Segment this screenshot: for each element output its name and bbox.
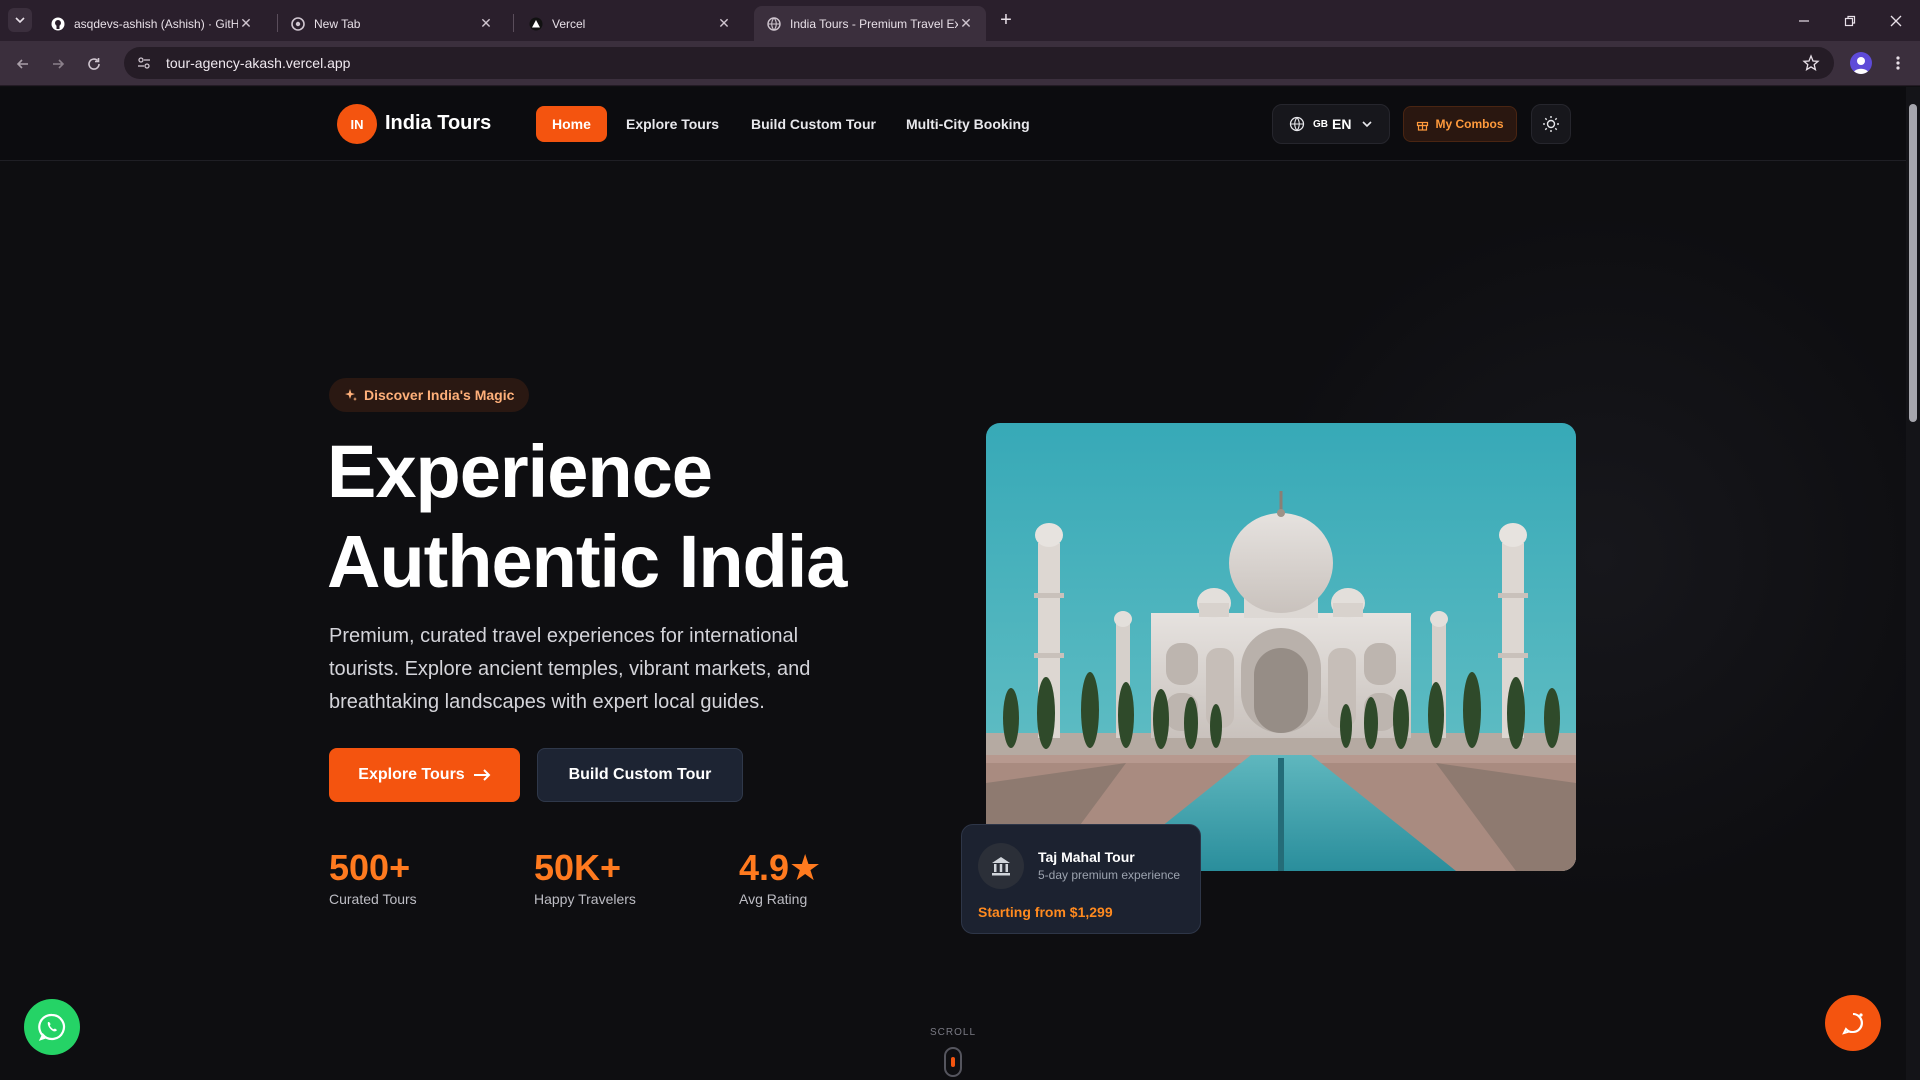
restore-icon[interactable] — [1842, 13, 1858, 29]
tab-search-button[interactable] — [8, 8, 32, 32]
profile-avatar[interactable] — [1850, 52, 1872, 74]
forward-icon[interactable] — [44, 50, 72, 78]
chrome-icon — [290, 16, 306, 32]
arrow-right-icon — [473, 768, 491, 782]
my-combos-label: My Combos — [1435, 117, 1504, 131]
sun-icon — [1543, 116, 1559, 132]
site-header: IN India Tours Home Explore Tours Build … — [0, 87, 1906, 161]
address-bar[interactable]: tour-agency-akash.vercel.app — [124, 47, 1834, 79]
tour-card-subtitle: 5-day premium experience — [1038, 868, 1181, 882]
chevron-down-icon — [1361, 118, 1373, 130]
page-scrollbar-thumb[interactable] — [1909, 104, 1917, 422]
stat-value: 500+ — [329, 847, 411, 888]
scroll-label: SCROLL — [930, 1027, 977, 1038]
tab-title: asqdevs-ashish (Ashish) · GitHub — [74, 16, 238, 31]
site-info-icon[interactable] — [136, 55, 156, 71]
build-custom-tour-button[interactable]: Build Custom Tour — [537, 748, 743, 802]
logo-badge[interactable]: IN — [337, 104, 377, 144]
tour-card-price: Starting from $1,299 — [978, 904, 1113, 920]
back-icon[interactable] — [9, 50, 37, 78]
close-window-icon[interactable] — [1888, 13, 1904, 29]
github-icon — [50, 16, 66, 32]
whatsapp-icon — [38, 1013, 66, 1041]
browser-menu-icon[interactable] — [1890, 53, 1906, 73]
tour-card-title: Taj Mahal Tour — [1038, 849, 1135, 865]
website-viewport: IN India Tours Home Explore Tours Build … — [0, 87, 1906, 1080]
browser-tab-github[interactable]: asqdevs-ashish (Ashish) · GitHub ✕ — [38, 6, 266, 41]
language-flag: GB — [1313, 118, 1328, 130]
my-combos-button[interactable]: My Combos — [1403, 106, 1517, 142]
stat-avg-rating: 4.9★ Avg Rating — [739, 847, 821, 907]
globe-icon — [1289, 116, 1305, 132]
theme-toggle-button[interactable] — [1531, 104, 1571, 144]
hero-title: Experience Authentic India — [327, 427, 847, 607]
nav-explore-tours[interactable]: Explore Tours — [610, 106, 735, 142]
close-icon[interactable]: ✕ — [716, 15, 732, 32]
sparkle-icon — [344, 388, 358, 402]
stat-curated-tours: 500+ Curated Tours — [329, 847, 417, 907]
taj-mahal-image — [986, 423, 1576, 871]
tour-highlight-card[interactable]: Taj Mahal Tour 5-day premium experience … — [961, 824, 1201, 934]
nav-multi-city-booking[interactable]: Multi-City Booking — [890, 106, 1046, 142]
close-icon[interactable]: ✕ — [478, 15, 494, 32]
pill-label: Discover India's Magic — [364, 387, 515, 403]
browser-tab-vercel[interactable]: Vercel ✕ — [516, 6, 744, 41]
globe-icon — [766, 16, 782, 32]
browser-tab-bar: asqdevs-ashish (Ashish) · GitHub ✕ New T… — [0, 0, 1920, 41]
stat-value: 4.9★ — [739, 847, 822, 888]
stat-label: Happy Travelers — [534, 891, 636, 907]
nav-build-custom-tour[interactable]: Build Custom Tour — [735, 106, 892, 142]
hero-title-line-2: Authentic India — [327, 520, 847, 603]
tab-title: Vercel — [552, 16, 586, 31]
close-icon[interactable]: ✕ — [958, 15, 974, 32]
explore-tours-label: Explore Tours — [358, 766, 465, 783]
logo-text[interactable]: India Tours — [385, 112, 491, 135]
browser-tab-new-tab[interactable]: New Tab ✕ — [278, 6, 506, 41]
stat-happy-travelers: 50K+ Happy Travelers — [534, 847, 636, 907]
chevron-down-icon — [15, 17, 25, 24]
whatsapp-button[interactable] — [24, 999, 80, 1055]
chat-support-button[interactable] — [1825, 995, 1881, 1051]
discover-pill: Discover India's Magic — [329, 378, 530, 412]
browser-tab-india-tours[interactable]: India Tours - Premium Travel Experiences… — [754, 6, 986, 41]
reload-icon[interactable] — [80, 50, 108, 78]
chat-bubble-icon — [1842, 1013, 1863, 1035]
tab-title: New Tab — [314, 16, 361, 31]
language-code: EN — [1332, 116, 1352, 132]
nav-home[interactable]: Home — [536, 106, 607, 142]
stat-value: 50K+ — [534, 847, 622, 888]
scroll-indicator-icon — [944, 1047, 962, 1077]
landmark-icon — [978, 843, 1024, 889]
new-tab-button[interactable]: + — [996, 8, 1016, 32]
stat-label: Avg Rating — [739, 891, 808, 907]
explore-tours-button[interactable]: Explore Tours — [329, 748, 520, 802]
url-text: tour-agency-akash.vercel.app — [166, 55, 351, 71]
bookmark-star-icon[interactable] — [1802, 54, 1820, 72]
vercel-icon — [528, 16, 544, 32]
language-selector[interactable]: GB EN — [1272, 104, 1390, 144]
minimize-icon[interactable] — [1796, 13, 1812, 29]
hero-title-line-1: Experience — [327, 430, 713, 513]
gift-icon — [1416, 118, 1429, 131]
stat-label: Curated Tours — [329, 891, 417, 907]
hero-description: Premium, curated travel experiences for … — [329, 625, 811, 713]
close-icon[interactable]: ✕ — [238, 15, 254, 32]
tab-title: India Tours - Premium Travel Experiences — [790, 16, 958, 31]
